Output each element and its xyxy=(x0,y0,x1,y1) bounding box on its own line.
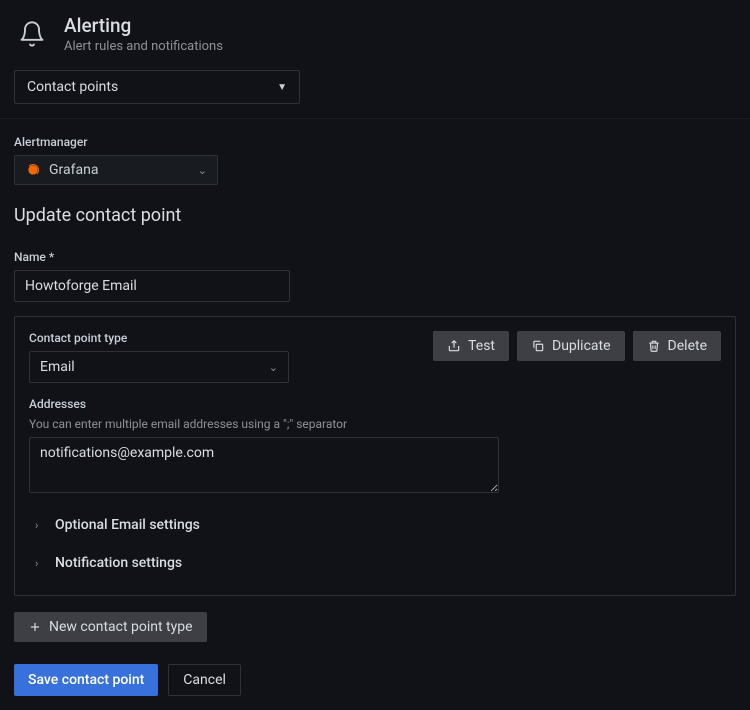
duplicate-button[interactable]: Duplicate xyxy=(517,331,625,361)
delete-button[interactable]: Delete xyxy=(633,331,721,361)
type-select[interactable]: Email ⌄ xyxy=(29,351,289,383)
contact-point-card: Contact point type Email ⌄ Test Duplicat… xyxy=(14,316,736,596)
addresses-help: You can enter multiple email addresses u… xyxy=(29,417,721,431)
chevron-down-icon: ⌄ xyxy=(269,361,278,374)
section-title: Update contact point xyxy=(14,205,736,226)
page-title: Alerting xyxy=(64,14,223,37)
trash-icon xyxy=(647,339,661,353)
page-header: Alerting Alert rules and notifications xyxy=(14,14,736,54)
copy-icon xyxy=(531,339,545,353)
addresses-input[interactable] xyxy=(29,437,499,493)
caret-down-icon: ▼ xyxy=(277,82,287,93)
test-button[interactable]: Test xyxy=(433,331,509,361)
share-icon xyxy=(447,339,461,353)
divider xyxy=(0,118,750,119)
cancel-button[interactable]: Cancel xyxy=(168,664,241,696)
addresses-label: Addresses xyxy=(29,397,721,411)
alertmanager-value: Grafana xyxy=(49,162,98,178)
alertmanager-select[interactable]: Grafana ⌄ xyxy=(14,155,218,185)
page-subtitle: Alert rules and notifications xyxy=(64,39,223,54)
chevron-down-icon: ⌄ xyxy=(198,164,207,177)
plus-icon xyxy=(28,620,42,634)
save-button[interactable]: Save contact point xyxy=(14,664,158,696)
new-contact-point-type-button[interactable]: New contact point type xyxy=(14,612,207,642)
name-label: Name xyxy=(14,250,736,264)
type-label: Contact point type xyxy=(29,331,421,345)
nav-dropdown-label: Contact points xyxy=(27,79,118,95)
name-input[interactable] xyxy=(14,270,290,302)
nav-dropdown[interactable]: Contact points ▼ xyxy=(14,70,300,104)
optional-email-settings-toggle[interactable]: › Optional Email settings xyxy=(29,507,721,543)
chevron-right-icon: › xyxy=(35,557,43,570)
grafana-icon xyxy=(25,162,41,178)
notification-settings-toggle[interactable]: › Notification settings xyxy=(29,545,721,581)
chevron-right-icon: › xyxy=(35,519,43,532)
alertmanager-label: Alertmanager xyxy=(14,135,736,149)
type-value: Email xyxy=(40,359,75,375)
bell-icon xyxy=(14,16,50,52)
